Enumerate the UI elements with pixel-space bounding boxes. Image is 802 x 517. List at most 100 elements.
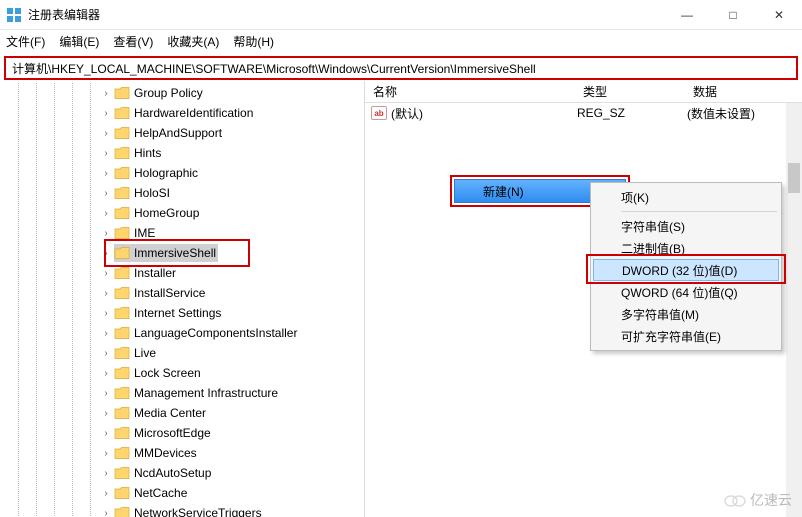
context-menu-expandstring[interactable]: 可扩充字符串值(E) bbox=[593, 325, 779, 347]
expand-chevron-icon[interactable]: › bbox=[100, 388, 112, 399]
tree-node-ime[interactable]: ›IME bbox=[0, 223, 364, 243]
expand-chevron-icon[interactable]: › bbox=[100, 308, 112, 319]
tree-guides bbox=[0, 323, 100, 343]
menu-view[interactable]: 查看(V) bbox=[113, 33, 153, 50]
expand-chevron-icon[interactable]: › bbox=[100, 448, 112, 459]
tree-guides bbox=[0, 163, 100, 183]
expand-chevron-icon[interactable]: › bbox=[100, 348, 112, 359]
tree-node-label: NetCache bbox=[134, 486, 187, 500]
tree-node-hints[interactable]: ›Hints bbox=[0, 143, 364, 163]
tree-node-networkservicetriggers[interactable]: ›NetworkServiceTriggers bbox=[0, 503, 364, 517]
expand-chevron-icon[interactable]: › bbox=[100, 128, 112, 139]
tree-node-label: Media Center bbox=[134, 406, 206, 420]
scrollbar[interactable] bbox=[786, 103, 802, 517]
watermark: 亿速云 bbox=[724, 490, 792, 510]
scroll-thumb[interactable] bbox=[788, 163, 800, 193]
maximize-button[interactable]: □ bbox=[710, 0, 756, 30]
expand-chevron-icon[interactable]: › bbox=[100, 488, 112, 499]
menu-file[interactable]: 文件(F) bbox=[6, 33, 45, 50]
expand-chevron-icon[interactable]: › bbox=[100, 88, 112, 99]
tree-node-label: Live bbox=[134, 346, 156, 360]
tree-node-hardwareidentification[interactable]: › HardwareIdentification bbox=[0, 103, 364, 123]
context-menu-new-label: 新建(N) bbox=[483, 183, 524, 200]
tree-node-lock-screen[interactable]: ›Lock Screen bbox=[0, 363, 364, 383]
expand-chevron-icon[interactable]: › bbox=[100, 248, 112, 259]
tree-node-live[interactable]: › Live bbox=[0, 343, 364, 363]
menu-edit[interactable]: 编辑(E) bbox=[59, 33, 99, 50]
tree-node-label: HomeGroup bbox=[134, 206, 199, 220]
tree-guides bbox=[0, 143, 100, 163]
tree-node-management-infrastructure[interactable]: › Management Infrastructure bbox=[0, 383, 364, 403]
tree-guides bbox=[0, 183, 100, 203]
folder-icon bbox=[114, 446, 130, 460]
tree-node-ncdautosetup[interactable]: ›NcdAutoSetup bbox=[0, 463, 364, 483]
tree-node-immersiveshell[interactable]: › ImmersiveShell bbox=[0, 243, 364, 263]
tree-node-internet-settings[interactable]: ›Internet Settings bbox=[0, 303, 364, 323]
address-path[interactable]: 计算机\HKEY_LOCAL_MACHINE\SOFTWARE\Microsof… bbox=[12, 60, 536, 77]
close-button[interactable]: ✕ bbox=[756, 0, 802, 30]
folder-icon bbox=[114, 226, 130, 240]
tree-guides bbox=[0, 483, 100, 503]
folder-icon bbox=[114, 166, 130, 180]
folder-icon bbox=[114, 106, 130, 120]
tree-node-label: HardwareIdentification bbox=[134, 106, 253, 120]
column-header-type[interactable]: 类型 bbox=[575, 83, 685, 100]
tree-node-microsoftedge[interactable]: ›MicrosoftEdge bbox=[0, 423, 364, 443]
folder-icon bbox=[114, 246, 130, 260]
tree-node-media-center[interactable]: › Media Center bbox=[0, 403, 364, 423]
folder-icon bbox=[114, 506, 130, 517]
tree-node-holographic[interactable]: › Holographic bbox=[0, 163, 364, 183]
expand-chevron-icon[interactable]: › bbox=[100, 368, 112, 379]
context-menu-dword[interactable]: DWORD (32 位)值(D) bbox=[593, 259, 779, 281]
tree-node-languagecomponentsinstaller[interactable]: ›LanguageComponentsInstaller bbox=[0, 323, 364, 343]
menu-help[interactable]: 帮助(H) bbox=[233, 33, 274, 50]
context-menu-string[interactable]: 字符串值(S) bbox=[593, 215, 779, 237]
tree-node-label: NetworkServiceTriggers bbox=[134, 506, 262, 517]
column-header-data[interactable]: 数据 bbox=[685, 83, 802, 100]
tree-node-homegroup[interactable]: › HomeGroup bbox=[0, 203, 364, 223]
tree-node-label: HoloSI bbox=[134, 186, 170, 200]
expand-chevron-icon[interactable]: › bbox=[100, 108, 112, 119]
tree-node-installservice[interactable]: ›InstallService bbox=[0, 283, 364, 303]
expand-chevron-icon[interactable]: › bbox=[100, 408, 112, 419]
expand-chevron-icon[interactable]: › bbox=[100, 228, 112, 239]
tree-guides bbox=[0, 403, 100, 423]
tree-node-holosi[interactable]: › HoloSI bbox=[0, 183, 364, 203]
context-menu-key[interactable]: 项(K) bbox=[593, 186, 779, 208]
tree-guides bbox=[0, 463, 100, 483]
expand-chevron-icon[interactable]: › bbox=[100, 208, 112, 219]
tree-node-netcache[interactable]: › NetCache bbox=[0, 483, 364, 503]
folder-icon bbox=[114, 206, 130, 220]
tree-guides bbox=[0, 363, 100, 383]
context-menu-binary[interactable]: 二进制值(B) bbox=[593, 237, 779, 259]
tree-node-label: Management Infrastructure bbox=[134, 386, 278, 400]
tree-guides bbox=[0, 203, 100, 223]
expand-chevron-icon[interactable]: › bbox=[100, 328, 112, 339]
minimize-button[interactable]: — bbox=[664, 0, 710, 30]
tree-pane[interactable]: ›Group Policy›HardwareIdentification›Hel… bbox=[0, 81, 365, 517]
tree-node-label: Holographic bbox=[134, 166, 198, 180]
list-row[interactable]: ab (默认) REG_SZ (数值未设置) bbox=[365, 103, 802, 123]
expand-chevron-icon[interactable]: › bbox=[100, 268, 112, 279]
expand-chevron-icon[interactable]: › bbox=[100, 168, 112, 179]
expand-chevron-icon[interactable]: › bbox=[100, 188, 112, 199]
menu-favorites[interactable]: 收藏夹(A) bbox=[167, 33, 219, 50]
context-menu-qword[interactable]: QWORD (64 位)值(Q) bbox=[593, 281, 779, 303]
tree-guides bbox=[0, 343, 100, 363]
tree-node-label: MMDevices bbox=[134, 446, 197, 460]
expand-chevron-icon[interactable]: › bbox=[100, 468, 112, 479]
tree-node-helpandsupport[interactable]: ›HelpAndSupport bbox=[0, 123, 364, 143]
app-icon bbox=[6, 7, 22, 23]
expand-chevron-icon[interactable]: › bbox=[100, 428, 112, 439]
tree-node-label: ImmersiveShell bbox=[134, 246, 216, 260]
tree-node-installer[interactable]: ›Installer bbox=[0, 263, 364, 283]
tree-guides bbox=[0, 103, 100, 123]
folder-icon bbox=[114, 486, 130, 500]
context-menu-multistring[interactable]: 多字符串值(M) bbox=[593, 303, 779, 325]
expand-chevron-icon[interactable]: › bbox=[100, 148, 112, 159]
tree-node-mmdevices[interactable]: › MMDevices bbox=[0, 443, 364, 463]
expand-chevron-icon[interactable]: › bbox=[100, 288, 112, 299]
column-header-name[interactable]: 名称 bbox=[365, 83, 575, 100]
menu-separator bbox=[621, 211, 777, 212]
tree-node-group-policy[interactable]: ›Group Policy bbox=[0, 83, 364, 103]
